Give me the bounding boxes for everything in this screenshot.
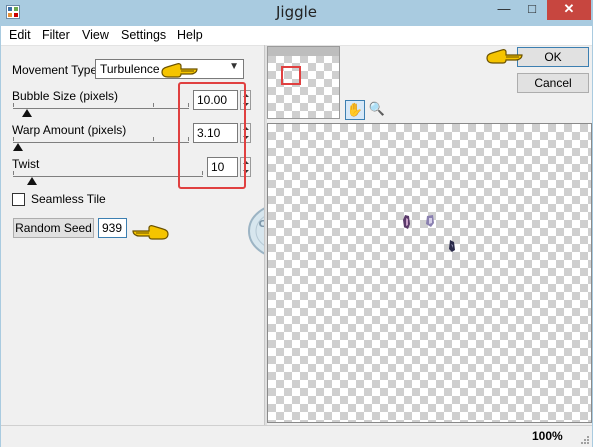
menu-settings[interactable]: Settings (121, 28, 166, 42)
bubble-size-label: Bubble Size (pixels) (12, 89, 119, 103)
pointing-hand-icon (161, 63, 198, 78)
slider-thumb[interactable] (22, 109, 33, 117)
bubble-size-slider[interactable] (13, 103, 189, 117)
slider-tick (153, 137, 154, 141)
navigator-viewport-rect[interactable] (281, 66, 301, 85)
zoom-level: 100% (532, 429, 563, 443)
preview-fragment (449, 240, 455, 252)
movement-type-label: Movement Type: (12, 63, 101, 77)
dialog-client: Edit Filter View Settings Help Movement … (1, 26, 592, 447)
minimize-button[interactable]: — (491, 0, 517, 20)
slider-thumb[interactable] (27, 177, 37, 185)
cancel-button[interactable]: Cancel (517, 73, 589, 93)
seamless-tile-checkbox[interactable] (12, 193, 25, 206)
menu-edit[interactable]: Edit (9, 28, 31, 42)
warp-amount-label: Warp Amount (pixels) (12, 123, 127, 137)
pointing-hand-icon (486, 49, 523, 64)
menu-filter[interactable]: Filter (42, 28, 70, 42)
resize-grip-icon[interactable] (580, 435, 590, 445)
slider-tick (13, 171, 14, 175)
zoom-tool-icon[interactable]: 🔍 (367, 100, 387, 120)
highlight-box (178, 82, 246, 189)
pointing-hand-icon (132, 225, 169, 240)
thumbnail-band (268, 47, 339, 56)
slider-tick (13, 103, 14, 107)
slider-track (13, 108, 189, 109)
warp-amount-slider[interactable] (13, 137, 189, 151)
twist-label: Twist (12, 157, 40, 171)
hand-tool-icon[interactable]: ✋ (345, 100, 365, 120)
preview-fragment (426, 215, 434, 227)
twist-slider[interactable] (13, 171, 203, 185)
menu-view[interactable]: View (82, 28, 109, 42)
menu-help[interactable]: Help (177, 28, 203, 42)
menu-bar: Edit Filter View Settings Help (1, 26, 592, 46)
slider-thumb[interactable] (13, 143, 24, 151)
close-button[interactable]: ✕ (547, 0, 591, 20)
navigator-thumbnail[interactable] (267, 46, 340, 119)
seamless-tile-label: Seamless Tile (31, 192, 106, 206)
maximize-button[interactable]: □ (519, 0, 545, 20)
random-seed-button[interactable]: Random Seed (13, 218, 94, 238)
dropdown-arrow-icon: ▼ (229, 61, 239, 72)
slider-tick (153, 103, 154, 107)
slider-tick (13, 137, 14, 141)
preview-canvas[interactable] (267, 123, 592, 423)
status-bar: 100% (1, 425, 592, 447)
title-bar[interactable]: Jiggle — □ ✕ (0, 0, 593, 26)
jiggle-window: Jiggle — □ ✕ Edit Filter View Settings H… (0, 0, 593, 447)
movement-type-value: Turbulence (100, 62, 160, 76)
slider-track (13, 142, 189, 143)
random-seed-value: 939 (102, 221, 123, 235)
random-seed-input[interactable]: 939 (98, 218, 127, 238)
ok-button[interactable]: OK (517, 47, 589, 67)
slider-track (13, 176, 203, 177)
preview-fragment (403, 215, 410, 229)
